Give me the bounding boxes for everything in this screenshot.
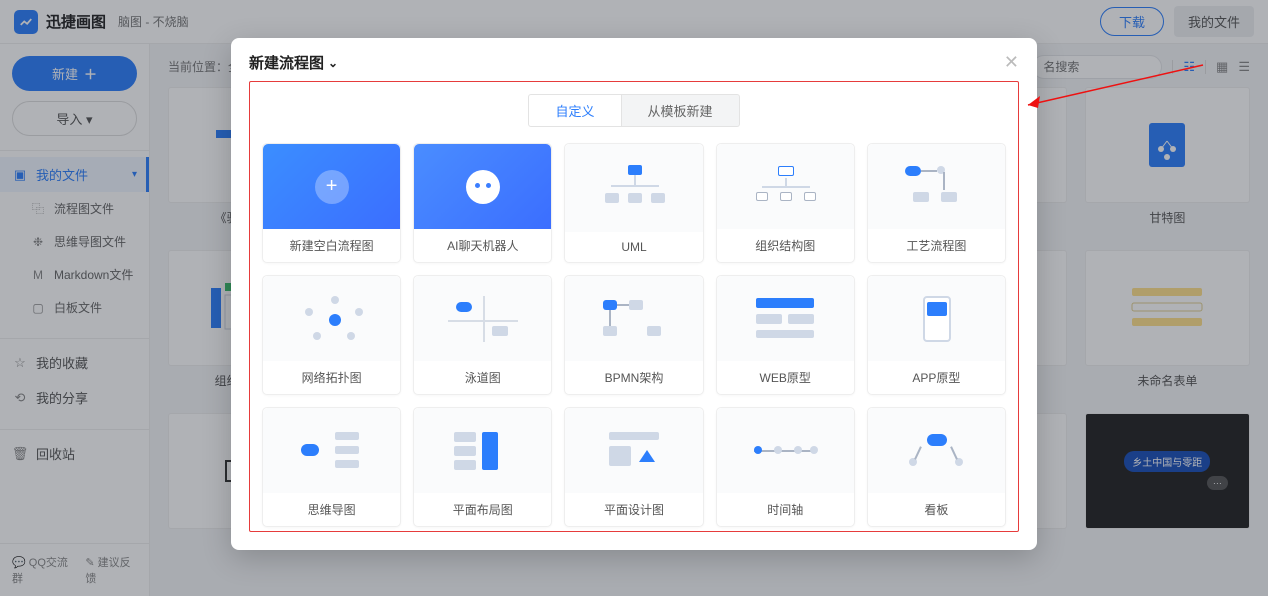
modal-item-graphic-design[interactable]: 平面设计图 bbox=[564, 407, 703, 527]
modal-grid: + 新建空白流程图 AI聊天机器人 UML 组织结构图 工艺 bbox=[262, 143, 1006, 527]
modal-title: 新建流程图 ⌄ bbox=[249, 52, 338, 73]
modal-item-process[interactable]: 工艺流程图 bbox=[867, 143, 1006, 263]
modal-item-blank[interactable]: + 新建空白流程图 bbox=[262, 143, 401, 263]
tab-custom[interactable]: 自定义 bbox=[528, 94, 621, 127]
bot-face-icon bbox=[466, 170, 500, 204]
modal-item-ai-chatbot[interactable]: AI聊天机器人 bbox=[413, 143, 552, 263]
new-flowchart-modal: 新建流程图 ⌄ ✕ 自定义 从模板新建 + 新建空白流程图 AI聊天机器人 bbox=[231, 38, 1037, 550]
modal-item-kanban[interactable]: 看板 bbox=[867, 407, 1006, 527]
modal-item-mindmap[interactable]: 思维导图 bbox=[262, 407, 401, 527]
modal-item-web-prototype[interactable]: WEB原型 bbox=[716, 275, 855, 395]
modal-overlay[interactable]: 新建流程图 ⌄ ✕ 自定义 从模板新建 + 新建空白流程图 AI聊天机器人 bbox=[0, 0, 1268, 596]
modal-item-app-prototype[interactable]: APP原型 bbox=[867, 275, 1006, 395]
modal-item-floor-plan[interactable]: 平面布局图 bbox=[413, 407, 552, 527]
modal-item-network[interactable]: 网络拓扑图 bbox=[262, 275, 401, 395]
close-icon[interactable]: ✕ bbox=[1004, 52, 1019, 73]
modal-item-bpmn[interactable]: BPMN架构 bbox=[564, 275, 703, 395]
modal-item-timeline[interactable]: 时间轴 bbox=[716, 407, 855, 527]
modal-item-uml[interactable]: UML bbox=[564, 143, 703, 263]
chevron-down-icon[interactable]: ⌄ bbox=[328, 56, 338, 70]
modal-item-org-chart[interactable]: 组织结构图 bbox=[716, 143, 855, 263]
tab-template[interactable]: 从模板新建 bbox=[622, 94, 740, 127]
modal-item-swimlane[interactable]: 泳道图 bbox=[413, 275, 552, 395]
plus-circle-icon: + bbox=[315, 170, 349, 204]
modal-tabs: 自定义 从模板新建 bbox=[262, 94, 1006, 127]
